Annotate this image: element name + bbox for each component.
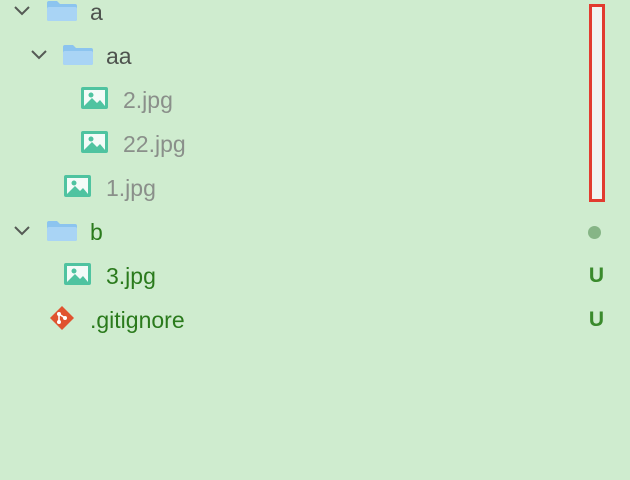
chevron-down-icon[interactable]	[10, 218, 34, 242]
folder-icon	[46, 0, 78, 22]
tree-row-file-gitignore[interactable]: .gitignore U	[0, 298, 630, 342]
image-icon	[62, 174, 94, 198]
chevron-down-icon[interactable]	[10, 0, 34, 22]
explorer-tree: a aa 2.jpg 22.jpg 1.jpg b 3.jpg U .gitig…	[0, 0, 630, 480]
image-icon	[79, 130, 111, 154]
tree-item-label: 2.jpg	[123, 87, 173, 113]
tree-item-label: 1.jpg	[106, 175, 156, 201]
image-icon	[62, 262, 94, 286]
git-status-badge: U	[588, 308, 604, 331]
scrollbar-thumb-highlight[interactable]	[589, 4, 605, 202]
tree-item-label: b	[90, 219, 103, 245]
tree-row-file-22jpg[interactable]: 22.jpg	[0, 122, 630, 166]
git-icon	[46, 306, 78, 330]
tree-item-label: 3.jpg	[106, 263, 156, 289]
tree-row-file-1jpg[interactable]: 1.jpg	[0, 166, 630, 210]
folder-icon	[46, 218, 78, 242]
tree-row-file-2jpg[interactable]: 2.jpg	[0, 78, 630, 122]
image-icon	[79, 86, 111, 110]
modified-dot-icon	[588, 226, 601, 239]
folder-icon	[62, 42, 94, 66]
tree-item-label: 22.jpg	[123, 131, 186, 157]
tree-item-label: aa	[106, 43, 132, 69]
git-status-badge: U	[588, 264, 604, 287]
tree-row-folder-aa[interactable]: aa	[0, 34, 630, 78]
tree-item-label: .gitignore	[90, 307, 185, 333]
chevron-down-icon[interactable]	[27, 42, 51, 66]
tree-row-folder-a[interactable]: a	[0, 0, 630, 34]
tree-item-label: a	[90, 0, 103, 25]
tree-row-file-3jpg[interactable]: 3.jpg U	[0, 254, 630, 298]
tree-row-folder-b[interactable]: b	[0, 210, 630, 254]
